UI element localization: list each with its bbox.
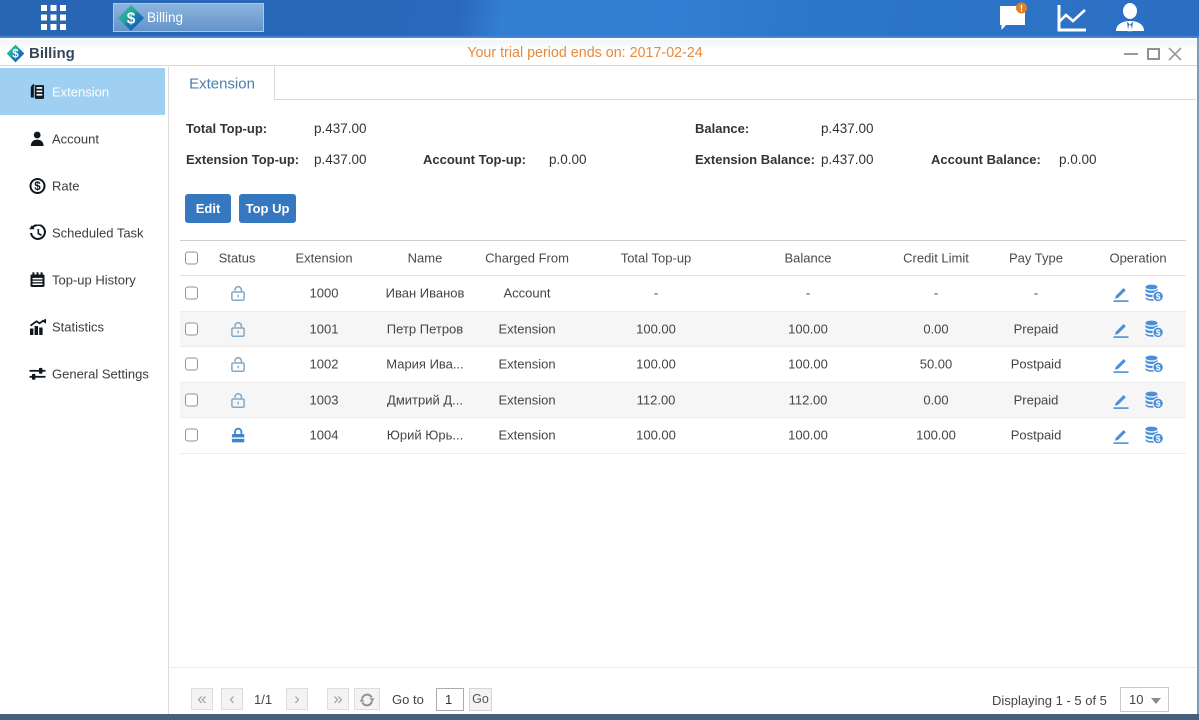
svg-text:$: $ [1156, 363, 1161, 373]
svg-text:$: $ [127, 10, 136, 27]
svg-text:$: $ [1156, 434, 1161, 444]
svg-text:$: $ [34, 181, 41, 193]
svg-text:$: $ [1156, 292, 1161, 302]
svg-text:$: $ [1156, 327, 1161, 337]
svg-text:$: $ [1156, 398, 1161, 408]
svg-text:!: ! [1020, 4, 1023, 14]
svg-text:$: $ [12, 49, 19, 61]
